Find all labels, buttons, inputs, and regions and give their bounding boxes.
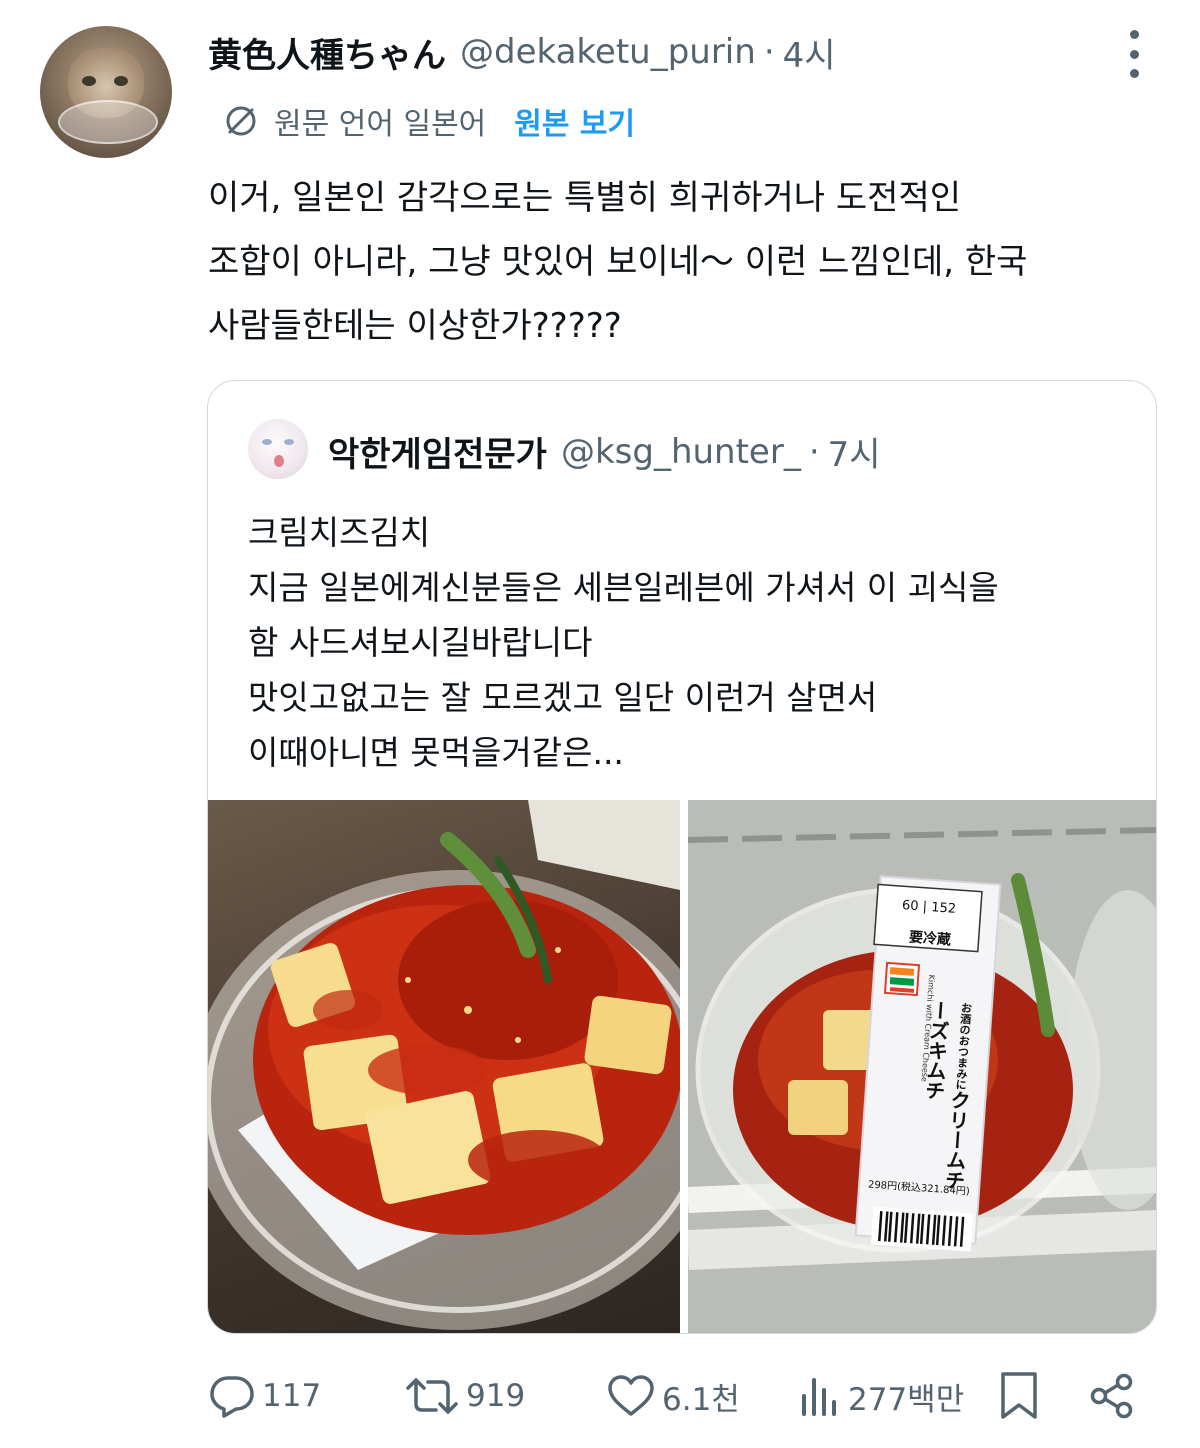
package-title-line1: お酒のおつまみに xyxy=(953,1001,973,1091)
author-handle[interactable]: @dekaketu_purin xyxy=(460,32,756,72)
header-separator: · xyxy=(763,32,775,72)
views-count: 277백만 xyxy=(848,1381,965,1418)
cat-eye-right xyxy=(114,76,128,86)
quote-text-line: 지금 일본에계신분들은 세븐일레븐에 가셔서 이 괴식을 xyxy=(248,568,999,607)
quote-author-handle[interactable]: @ksg_hunter_ xyxy=(561,432,801,472)
quote-text: 크림치즈김치 지금 일본에계신분들은 세븐일레븐에 가셔서 이 괴식을 함 사드… xyxy=(248,505,1128,780)
tweet-text-line: 조합이 아니라, 그냥 맛있어 보이네〜 이런 느낌인데, 한국 xyxy=(208,242,1028,282)
translation-row: 원문 언어 일본어 원본 보기 xyxy=(222,96,635,146)
cat-collar xyxy=(58,100,158,144)
heart-icon xyxy=(608,1375,654,1416)
retweet-count: 919 xyxy=(466,1378,526,1414)
quote-text-line: 함 사드셔보시길바랍니다 xyxy=(248,623,593,662)
seven-eleven-package-photo[interactable]: 60 | 152 要冷蔵 お酒のおつまみにクリームチーズキムチ Kimchi w… xyxy=(688,800,1156,1333)
reply-icon xyxy=(210,1376,254,1418)
bookmark-button[interactable] xyxy=(998,1364,1040,1428)
like-count: 6.1천 xyxy=(662,1381,740,1418)
more-options-icon[interactable] xyxy=(1124,30,1144,78)
views-button[interactable]: 277백만 xyxy=(798,1364,964,1428)
quote-text-line: 크림치즈김치 xyxy=(248,513,431,552)
author-name[interactable]: 黄色人種ちゃん xyxy=(208,28,446,77)
reply-count: 117 xyxy=(262,1378,322,1414)
show-original-link[interactable]: 원본 보기 xyxy=(514,99,635,143)
tweet-text-line: 이거, 일본인 감각으로는 특별히 희귀하거나 도전적인 xyxy=(208,178,962,218)
quote-author-avatar[interactable] xyxy=(248,419,308,479)
share-button[interactable] xyxy=(1088,1364,1136,1428)
nutrition-value-1: 60 xyxy=(901,898,920,915)
quoted-tweet-card[interactable]: 악한게임전문가 @ksg_hunter_ · 7시 크림치즈김치 지금 일본에계… xyxy=(207,380,1157,1334)
tweet-header: 黄色人種ちゃん @dekaketu_purin · 4시 xyxy=(208,28,836,76)
kimchi-bowl-illustration xyxy=(208,800,680,1330)
translate-icon xyxy=(226,106,256,136)
quote-separator: · xyxy=(808,431,820,472)
views-chart-icon xyxy=(802,1378,836,1416)
bookmark-icon xyxy=(1001,1372,1037,1419)
nutrition-value-2: 152 xyxy=(930,900,957,917)
quote-author-name[interactable]: 악한게임전문가 xyxy=(328,427,547,476)
like-button[interactable]: 6.1천 xyxy=(606,1364,740,1428)
retweet-button[interactable]: 919 xyxy=(404,1364,525,1428)
quote-header: 악한게임전문가 @ksg_hunter_ · 7시 xyxy=(328,427,881,476)
kimchi-cream-cheese-photo[interactable] xyxy=(208,800,680,1333)
retweet-icon xyxy=(406,1378,458,1414)
quote-time[interactable]: 7시 xyxy=(828,427,881,476)
translation-language-label: 원문 언어 일본어 xyxy=(274,107,487,142)
quote-text-line: 이때아니면 못먹을거같은... xyxy=(248,733,624,772)
tweet-text: 이거, 일본인 감각으로는 특별히 희귀하거나 도전적인 조합이 아니라, 그냥… xyxy=(208,166,1158,358)
tweet-text-line: 사람들한테는 이상한가????? xyxy=(208,306,622,346)
author-avatar[interactable] xyxy=(40,26,172,158)
cat-eye-left xyxy=(82,76,96,86)
tweet-actions: 117 919 6.1천 277백만 xyxy=(0,1364,1200,1428)
tweet-time[interactable]: 4시 xyxy=(783,28,836,77)
quote-text-line: 맛잇고없고는 잘 모르겠고 일단 이런거 살면서 xyxy=(248,678,878,717)
reply-button[interactable]: 117 xyxy=(208,1364,321,1428)
share-icon xyxy=(1090,1373,1133,1419)
